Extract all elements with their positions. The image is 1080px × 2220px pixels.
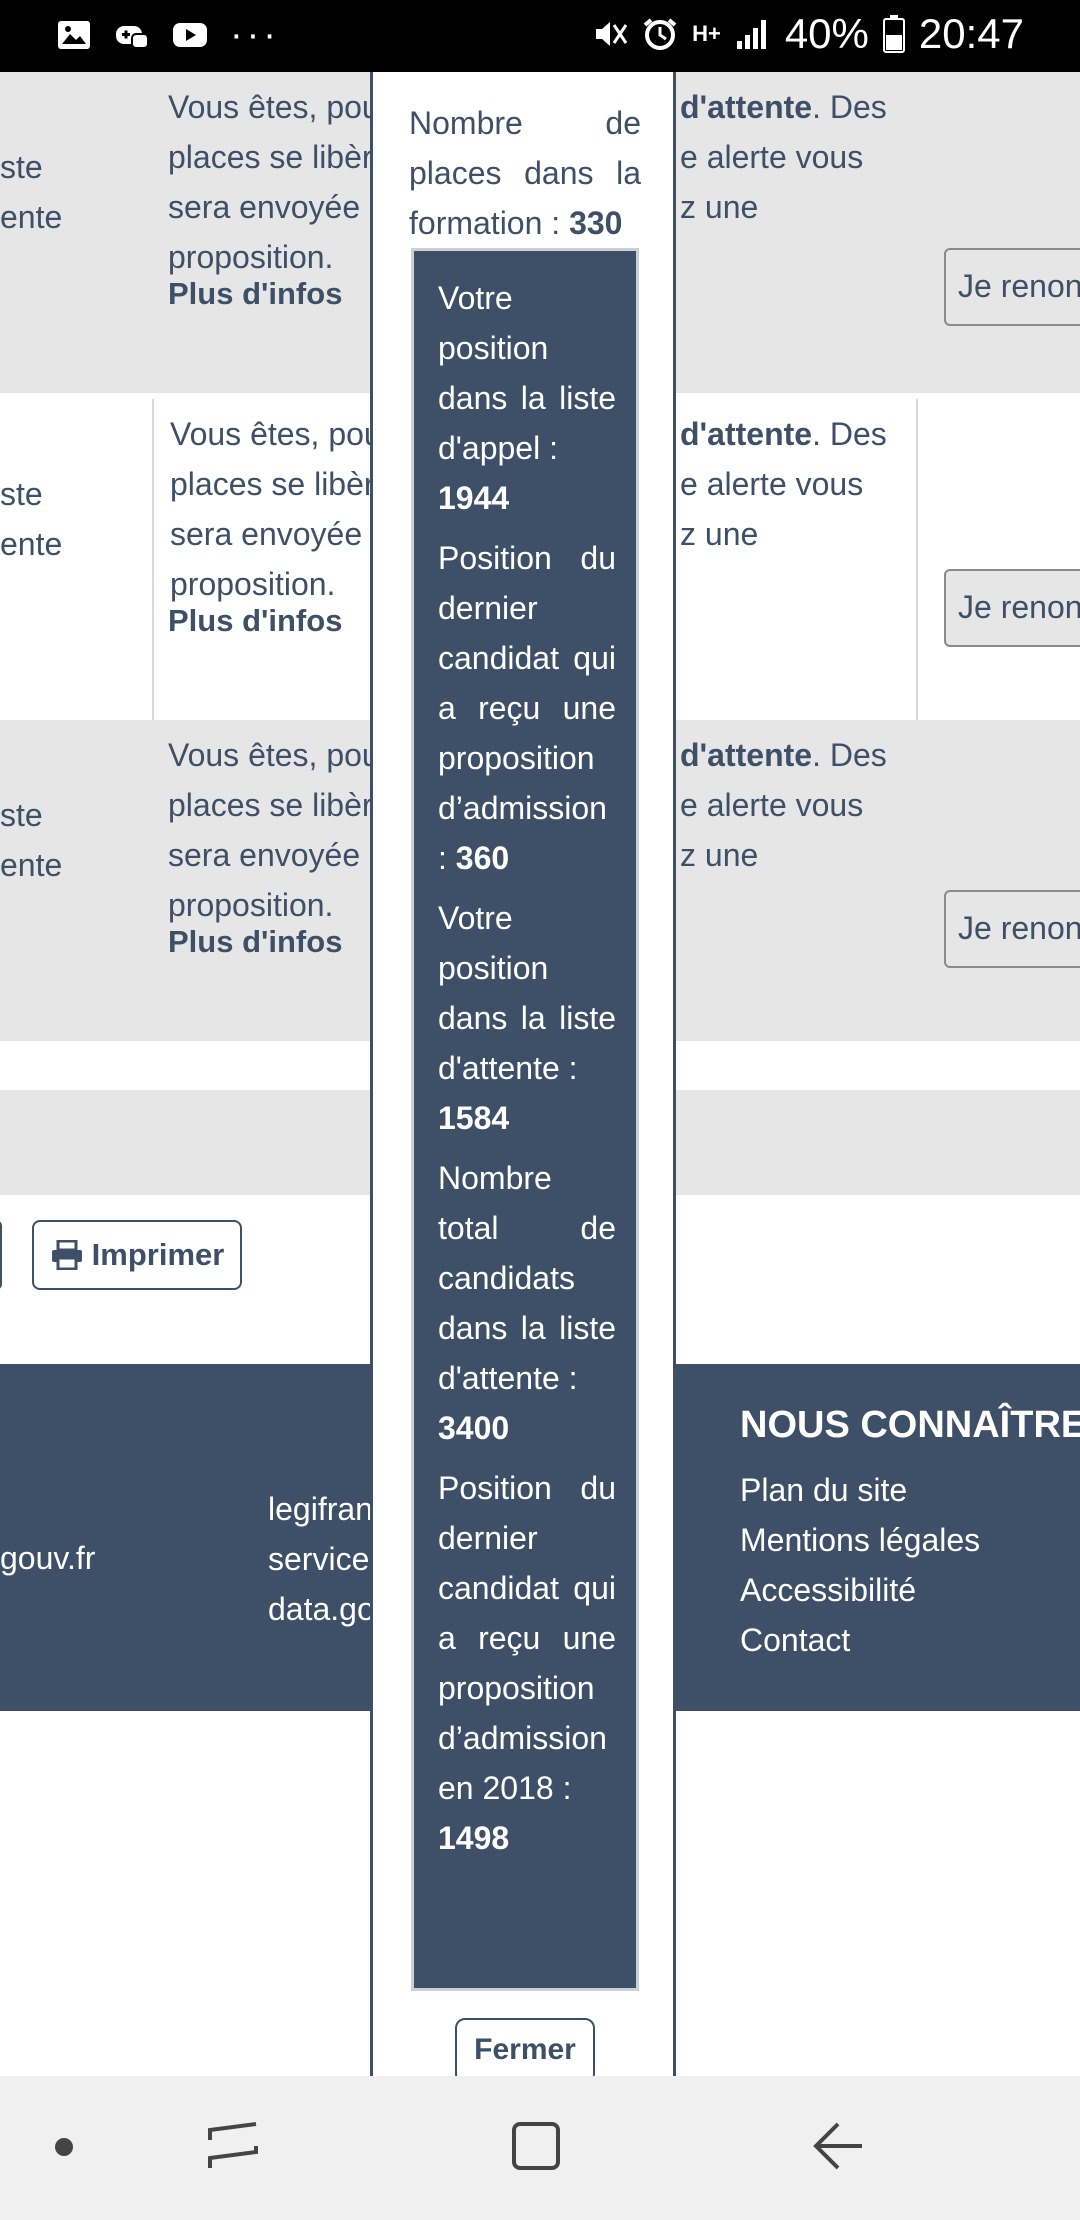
status-label: ste ente — [0, 797, 63, 883]
signal-icon — [736, 20, 766, 49]
waitlist-stats: Votre position dans la liste d'appel :19… — [411, 248, 639, 1991]
footer-link-sitemap[interactable]: Plan du site — [740, 1465, 1080, 1515]
footer-link-legal[interactable]: Mentions légales — [740, 1515, 1080, 1565]
renounce-button[interactable]: Je renon — [944, 890, 1080, 968]
stat-total-waitlist: Nombre total de candidats dans la liste … — [438, 1160, 616, 1446]
status-bar: ··· H+ 40% 20:47 — [0, 0, 1080, 72]
battery-percent: 40% — [784, 10, 869, 57]
status-label: ste ente — [0, 476, 63, 562]
stat-last-admitted-2018: Position du dernier candidat qui a reçu … — [438, 1470, 616, 1856]
recent-apps-icon[interactable] — [206, 2120, 260, 2172]
home-icon[interactable] — [510, 2120, 562, 2172]
footer-about: NOUS CONNAÎTRE Plan du site Mentions lég… — [740, 1404, 1080, 1665]
footer-link[interactable]: legifran — [268, 1484, 378, 1534]
waitlist-popup: Nombre de places dans la formation : 330… — [370, 72, 676, 2084]
clock: 20:47 — [918, 10, 1024, 57]
status-label: ste ente — [0, 149, 63, 235]
game-icon — [116, 26, 149, 49]
stat-waitlist-position: Votre position dans la liste d'attente :… — [438, 900, 616, 1136]
alarm-icon — [643, 18, 677, 50]
print-button[interactable]: Imprimer — [32, 1220, 242, 1290]
places-count: Nombre de places dans la formation : 330 — [409, 105, 641, 241]
footer-link-contact[interactable]: Contact — [740, 1615, 1080, 1665]
close-button[interactable]: Fermer — [455, 2018, 595, 2084]
navigation-bar — [0, 2076, 1080, 2220]
partial-button[interactable] — [0, 1220, 2, 1290]
renounce-button[interactable]: Je renon — [944, 569, 1080, 647]
gallery-icon — [58, 21, 90, 49]
more-info-link[interactable]: Plus d'infos — [168, 276, 342, 312]
row-description-right: d'attente. Des e alerte vous z une — [680, 737, 887, 873]
battery-icon — [882, 15, 905, 53]
stat-last-admitted: Position du dernier candidat qui a reçu … — [438, 540, 616, 876]
footer-link[interactable]: data.go — [268, 1584, 378, 1634]
row-description-right: d'attente. Des e alerte vous z une — [680, 89, 887, 225]
back-icon[interactable] — [812, 2120, 866, 2172]
footer-link[interactable]: gouv.fr — [0, 1540, 95, 1577]
more-icon: ··· — [230, 14, 280, 56]
youtube-icon — [173, 23, 207, 47]
footer-heading: NOUS CONNAÎTRE — [740, 1404, 1080, 1446]
network-type: H+ — [692, 21, 721, 46]
row-description-right: d'attente. Des e alerte vous z une — [680, 416, 887, 552]
more-info-link[interactable]: Plus d'infos — [168, 603, 342, 639]
renounce-button[interactable]: Je renon — [944, 248, 1080, 326]
footer-link[interactable]: service — [268, 1534, 378, 1584]
more-info-link[interactable]: Plus d'infos — [168, 924, 342, 960]
footer-links-mid: legifran service data.go — [268, 1484, 378, 1634]
mute-icon — [596, 22, 628, 46]
stat-call-position: Votre position dans la liste d'appel :19… — [438, 280, 616, 516]
printer-icon — [51, 1240, 82, 1270]
dot-icon[interactable] — [55, 2138, 73, 2156]
print-label: Imprimer — [91, 1237, 225, 1272]
footer-link-accessibility[interactable]: Accessibilité — [740, 1565, 1080, 1615]
